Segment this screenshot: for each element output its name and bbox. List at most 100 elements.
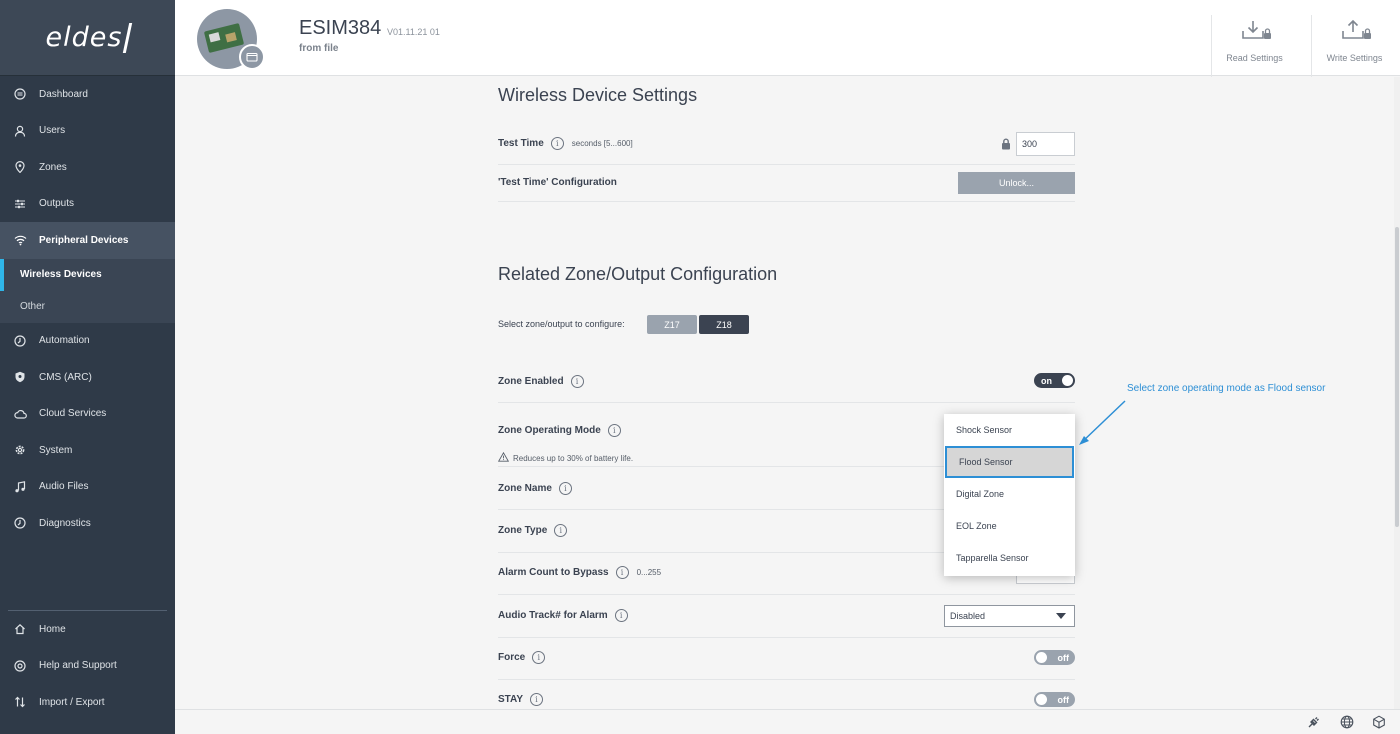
sidebar-item-dashboard[interactable]: Dashboard (0, 76, 175, 113)
row-divider (498, 679, 1075, 680)
automation-icon (13, 334, 27, 348)
force-toggle[interactable]: off (1034, 650, 1075, 665)
dashboard-icon (13, 87, 27, 101)
zone-button-z18[interactable]: Z18 (699, 315, 749, 334)
sidebar-item-label: Dashboard (39, 88, 88, 100)
sidebar-item-label: Automation (39, 335, 90, 347)
sidebar-item-zones[interactable]: Zones (0, 149, 175, 186)
info-icon[interactable]: i (614, 609, 628, 622)
device-source: from file (299, 43, 339, 54)
toggle-state: off (1057, 694, 1070, 705)
zone-enabled-toggle[interactable]: on (1034, 373, 1075, 388)
read-settings-button[interactable]: Read Settings (1211, 15, 1297, 77)
select-zone-label: Select zone/output to configure: (498, 319, 625, 329)
wifi-icon (13, 233, 27, 247)
globe-icon[interactable] (1340, 715, 1354, 734)
row-divider (498, 402, 1075, 403)
sidebar-item-diagnostics[interactable]: Diagnostics (0, 505, 175, 542)
info-icon[interactable]: i (570, 375, 584, 388)
wireless-settings-title: Wireless Device Settings (498, 85, 698, 105)
cube-icon[interactable] (1372, 715, 1386, 734)
zone-name-label: Zone Name (498, 483, 552, 494)
chevron-down-icon (1056, 613, 1066, 619)
sidebar-item-label: Zones (39, 161, 67, 173)
lock-icon (1001, 137, 1011, 155)
sidebar-item-label: CMS (ARC) (39, 371, 92, 383)
test-time-row: Test Time i seconds [5...600] (498, 137, 633, 150)
scrollbar[interactable] (1394, 77, 1400, 709)
audio-track-select[interactable]: Disabled (944, 605, 1075, 627)
audio-track-value: Disabled (950, 611, 986, 621)
sidebar-item-system[interactable]: System (0, 432, 175, 469)
unlock-button[interactable]: Unlock... (958, 172, 1075, 194)
toggle-state: on (1041, 375, 1052, 386)
sidebar-item-import-export[interactable]: Import / Export (0, 684, 175, 721)
test-time-config-label: 'Test Time' Configuration (498, 177, 617, 188)
sidebar-item-label: Peripheral Devices (39, 234, 129, 246)
info-icon[interactable]: i (532, 651, 546, 664)
eldes-logo[interactable]: eldes (0, 0, 175, 76)
sidebar-subitem-other[interactable]: Other (0, 291, 175, 323)
operating-mode-label: Zone Operating Mode (498, 425, 601, 436)
dropdown-option-digital-zone[interactable]: Digital Zone (944, 478, 1075, 510)
sidebar-item-cloud-services[interactable]: Cloud Services (0, 396, 175, 433)
diagnostics-icon (13, 516, 27, 530)
info-icon[interactable]: i (607, 424, 621, 437)
info-icon[interactable]: i (530, 693, 544, 706)
gear-icon (13, 443, 27, 457)
row-divider (498, 164, 1075, 165)
plug-icon[interactable] (1307, 715, 1321, 734)
operating-mode-row: Zone Operating Mode i (498, 424, 621, 437)
home-icon (13, 622, 27, 636)
force-row: Force i (498, 651, 546, 664)
test-time-value: 300 (1022, 139, 1038, 149)
info-icon[interactable]: i (550, 137, 564, 150)
sidebar-item-automation[interactable]: Automation (0, 323, 175, 360)
sidebar-item-audio-files[interactable]: Audio Files (0, 469, 175, 506)
alarm-count-row: Alarm Count to Bypass i 0...255 (498, 566, 661, 579)
zone-button-z17[interactable]: Z17 (647, 315, 697, 334)
zone-type-label: Zone Type (498, 525, 548, 536)
scrollbar-thumb[interactable] (1395, 227, 1399, 527)
audio-track-label: Audio Track# for Alarm (498, 610, 608, 621)
stay-toggle[interactable]: off (1034, 692, 1075, 707)
stay-label: STAY (498, 694, 524, 705)
import-export-icon (13, 695, 27, 709)
sidebar-item-label: System (39, 444, 73, 456)
dropdown-option-eol-zone[interactable]: EOL Zone (944, 510, 1075, 542)
sidebar-item-peripheral-devices[interactable]: Peripheral Devices (0, 222, 175, 259)
sidebar-item-users[interactable]: Users (0, 113, 175, 150)
main-content: Wireless Device Settings Test Time i sec… (175, 77, 1400, 709)
device-version: V01.11.21 01 (387, 27, 440, 37)
device-board-image (203, 22, 245, 54)
sidebar-item-cms[interactable]: CMS (ARC) (0, 359, 175, 396)
user-icon (13, 124, 27, 138)
related-config-title: Related Zone/Output Configuration (498, 264, 778, 284)
operating-mode-dropdown[interactable]: Shock Sensor Flood Sensor Digital Zone E… (944, 414, 1075, 576)
sidebar-item-help[interactable]: Help and Support (0, 648, 175, 685)
row-divider (498, 637, 1075, 638)
sidebar-subitem-wireless-devices[interactable]: Wireless Devices (0, 258, 175, 291)
sidebar-item-outputs[interactable]: Outputs (0, 186, 175, 223)
dropdown-option-tapparella-sensor[interactable]: Tapparella Sensor (944, 542, 1075, 574)
alarm-count-label: Alarm Count to Bypass (498, 567, 609, 578)
zone-enabled-label: Zone Enabled (498, 376, 564, 387)
file-badge-icon (239, 44, 265, 70)
warning-icon (497, 451, 510, 464)
info-icon[interactable]: i (558, 482, 572, 495)
sidebar-item-label: Audio Files (39, 481, 89, 493)
write-settings-button[interactable]: Write Settings (1311, 15, 1397, 77)
dropdown-option-flood-sensor[interactable]: Flood Sensor (945, 446, 1074, 478)
dropdown-option-shock-sensor[interactable]: Shock Sensor (944, 414, 1075, 446)
test-time-config-row: 'Test Time' Configuration (498, 177, 617, 188)
test-time-input[interactable]: 300 (1016, 132, 1075, 156)
footer (175, 709, 1400, 734)
stay-row: STAY i (498, 693, 544, 706)
music-icon (13, 480, 27, 494)
sidebar-item-home[interactable]: Home (0, 611, 175, 648)
sidebar-item-label: Users (39, 125, 66, 137)
logo-bar (123, 22, 133, 53)
info-icon[interactable]: i (615, 566, 629, 579)
warning-text: Reduces up to 30% of battery life. (513, 453, 634, 463)
info-icon[interactable]: i (554, 524, 568, 537)
